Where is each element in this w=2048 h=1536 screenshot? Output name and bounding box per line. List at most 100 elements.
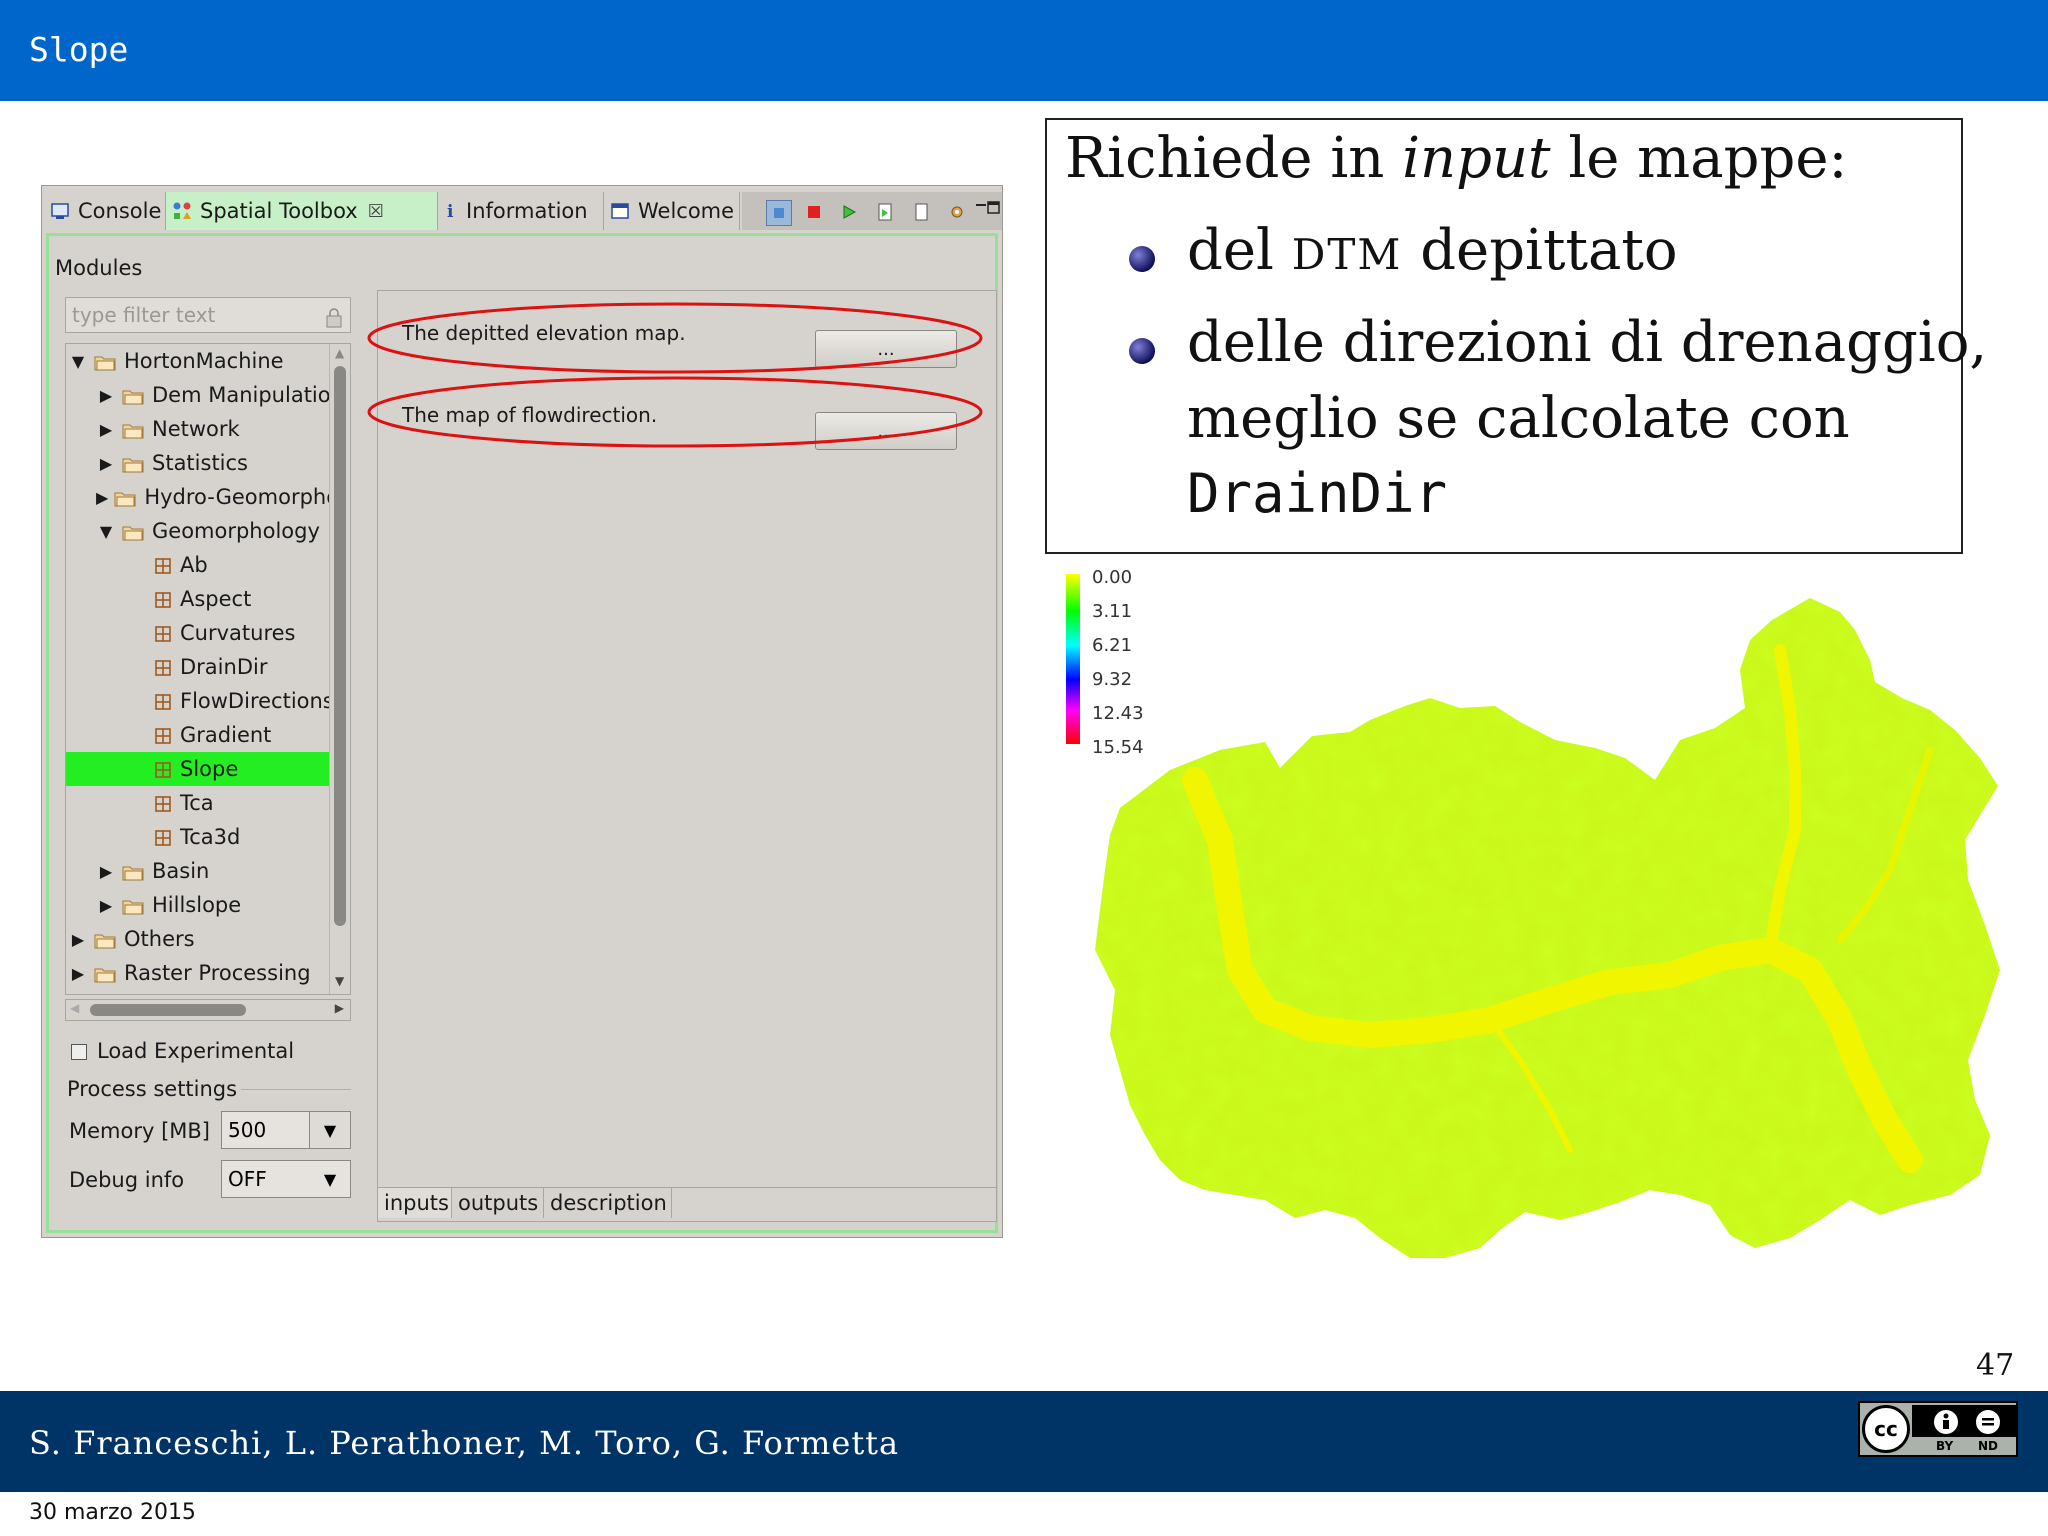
clear-icon[interactable]: [909, 200, 933, 224]
tree-item-geomorphology[interactable]: ▼ Geomorphology: [66, 514, 350, 548]
folder-icon: [94, 964, 116, 983]
tree-item-flowdirections[interactable]: FlowDirections: [66, 684, 350, 718]
slide-title: Slope: [29, 30, 129, 69]
clear-filter-icon[interactable]: [326, 304, 342, 328]
filter-placeholder: type filter text: [72, 303, 216, 327]
requirements-box: Richiede in input le mappe: del DTM depi…: [1045, 118, 1987, 554]
load-experimental-checkbox[interactable]: [71, 1044, 87, 1060]
tab-inputs[interactable]: inputs: [378, 1188, 452, 1218]
settings-icon[interactable]: [945, 200, 969, 224]
tab-welcome[interactable]: Welcome: [604, 192, 740, 230]
debug-info-select[interactable]: OFF ▼: [221, 1160, 351, 1198]
page-number: 47: [1976, 1348, 2015, 1383]
slide-date: 30 marzo 2015: [29, 1500, 196, 1525]
tree-item-tca[interactable]: Tca: [66, 786, 350, 820]
tree-item-hortonmachine[interactable]: ▼ HortonMachine: [66, 344, 330, 378]
module-icon: [154, 590, 172, 608]
debug-info-value: OFF: [228, 1167, 267, 1191]
tree-item-hydro-geomorphology[interactable]: ▶ Hydro-Geomorphology: [66, 480, 350, 514]
tree-item-label: FlowDirections: [180, 689, 334, 713]
collapsed-arrow-icon[interactable]: ▶: [96, 420, 116, 439]
folder-icon: [114, 488, 136, 507]
close-icon[interactable]: ☒: [368, 201, 384, 222]
folder-icon: [122, 454, 144, 473]
chevron-down-icon[interactable]: ▼: [309, 1112, 350, 1148]
tree-item-raster-processing[interactable]: ▶ Raster Processing: [66, 956, 330, 990]
expanded-arrow-icon[interactable]: ▼: [96, 522, 116, 541]
tree-item-basin[interactable]: ▶ Basin: [66, 854, 350, 888]
tree-item-others[interactable]: ▶ Others: [66, 922, 330, 956]
folder-icon: [122, 420, 144, 439]
memory-value: 500: [228, 1118, 267, 1142]
collapsed-arrow-icon[interactable]: ▶: [68, 930, 88, 949]
scroll-left-icon[interactable]: ◀: [70, 1001, 79, 1015]
folder-icon: [122, 896, 144, 915]
tree-item-network[interactable]: ▶ Network: [66, 412, 350, 446]
collapsed-arrow-icon[interactable]: ▶: [96, 386, 116, 405]
run-icon[interactable]: [837, 200, 861, 224]
highlight-ellipse: [367, 302, 983, 374]
collapsed-arrow-icon[interactable]: ▶: [68, 964, 88, 983]
tree-item-label: Network: [152, 417, 240, 441]
tab-outputs[interactable]: outputs: [452, 1188, 544, 1218]
collapsed-arrow-icon[interactable]: ▶: [96, 454, 116, 473]
tree-item-label: Tca: [180, 791, 214, 815]
run-mode-icon[interactable]: [766, 200, 792, 226]
tree-vertical-scrollbar[interactable]: ▲ ▼: [329, 344, 350, 994]
tab-information[interactable]: i Information: [438, 192, 604, 230]
memory-select[interactable]: 500 ▼: [221, 1111, 351, 1149]
tree-item-dem-manipulation[interactable]: ▶ Dem Manipulation: [66, 378, 350, 412]
filter-input[interactable]: type filter text: [65, 297, 351, 333]
license-label-nd: ND: [1978, 1439, 1999, 1453]
collapsed-arrow-icon[interactable]: ▶: [96, 896, 116, 915]
tab-label: Console: [78, 199, 162, 223]
generate-script-icon[interactable]: [873, 200, 897, 224]
tab-spatial-toolbox[interactable]: Spatial Toolbox ☒: [166, 192, 438, 230]
modules-label: Modules: [55, 256, 143, 280]
tree-item-tca3d[interactable]: Tca3d: [66, 820, 350, 854]
tree-horizontal-scrollbar[interactable]: ◀ ▶: [65, 999, 351, 1021]
license-label-by: BY: [1936, 1439, 1954, 1453]
scroll-down-icon[interactable]: ▼: [335, 974, 344, 988]
scroll-up-icon[interactable]: ▲: [335, 346, 344, 360]
module-icon: [154, 726, 172, 744]
tab-console[interactable]: Console: [44, 192, 166, 230]
intro-text: Richiede in: [1065, 126, 1403, 191]
maximize-icon[interactable]: [987, 196, 1001, 220]
highlight-ellipse: [367, 376, 983, 448]
chevron-down-icon[interactable]: ▼: [310, 1161, 350, 1197]
info-icon: i: [444, 201, 458, 222]
tree-item-label: Aspect: [180, 587, 252, 611]
collapsed-arrow-icon[interactable]: ▶: [96, 862, 116, 881]
welcome-icon: [610, 201, 630, 221]
tree-item-gradient[interactable]: Gradient: [66, 718, 350, 752]
toolbox-icon: [172, 201, 192, 221]
tree-item-label: Dem Manipulation: [152, 383, 344, 407]
tree-item-hillslope[interactable]: ▶ Hillslope: [66, 888, 350, 922]
tree-item-curvatures[interactable]: Curvatures: [66, 616, 350, 650]
scrollbar-thumb[interactable]: [334, 366, 346, 926]
scroll-right-icon[interactable]: ▶: [335, 1001, 344, 1015]
tab-description[interactable]: description: [544, 1188, 672, 1218]
bullet-dtm: del DTM depittato: [1187, 218, 1678, 283]
load-experimental-label: Load Experimental: [97, 1039, 295, 1063]
module-icon: [154, 794, 172, 812]
tree-item-ab[interactable]: Ab: [66, 548, 350, 582]
draindir-code: DrainDir: [1187, 462, 1448, 525]
tree-item-statistics[interactable]: ▶ Statistics: [66, 446, 350, 480]
legend-value: 0.00: [1092, 567, 1133, 588]
folder-icon: [94, 352, 116, 371]
tree-item-label: Slope: [180, 757, 239, 781]
stop-icon[interactable]: [802, 200, 826, 224]
tree-item-label: Hydro-Geomorphology: [144, 485, 350, 509]
scrollbar-thumb[interactable]: [90, 1004, 246, 1016]
tree-item-aspect[interactable]: Aspect: [66, 582, 350, 616]
collapsed-arrow-icon[interactable]: ▶: [96, 488, 108, 507]
tree-item-label: HortonMachine: [124, 349, 284, 373]
tree-item-slope[interactable]: Slope: [66, 752, 350, 786]
tree-item-label: Others: [124, 927, 195, 951]
folder-icon: [94, 930, 116, 949]
tree-item-draindir[interactable]: DrainDir: [66, 650, 350, 684]
expanded-arrow-icon[interactable]: ▼: [68, 352, 88, 371]
tab-label: Spatial Toolbox: [200, 199, 358, 223]
